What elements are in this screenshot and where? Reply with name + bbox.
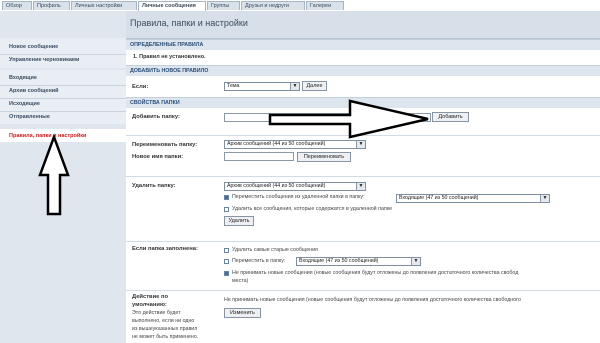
delete-folder-button[interactable]: Удалить (224, 216, 254, 226)
move-messages-checkbox[interactable] (224, 195, 229, 200)
tab-profile[interactable]: Профиль (33, 1, 70, 10)
delete-oldest-checkbox[interactable] (224, 248, 229, 253)
tab-friends-foes[interactable]: Друзья и недруги (241, 1, 305, 10)
move-to-folder-checkbox[interactable] (224, 259, 229, 264)
rename-button[interactable]: Переименовать (297, 152, 351, 162)
add-folder-label: Добавить папку: (132, 114, 180, 120)
top-tab-bar: Обзор Профиль Личные настройки Личные со… (0, 0, 600, 11)
chevron-down-icon: ▼ (540, 195, 549, 202)
tab-personal-settings[interactable]: Личные настройки (71, 1, 137, 10)
delete-oldest-text: Удалить самые старые сообщения (232, 247, 318, 253)
main-panel: Правила, папки и настройки ОПРЕДЕЛЕННЫЕ … (126, 11, 600, 343)
sidebar-divider (0, 85, 126, 86)
sidebar-item-inbox[interactable]: Входящие (9, 75, 37, 81)
sidebar-item-rules-folders-settings[interactable]: Правила, папки и настройки (9, 133, 86, 139)
reject-new-checkbox[interactable] (224, 271, 229, 276)
add-folder-button[interactable]: Добавить (432, 112, 469, 122)
section-folder-properties: СВОЙСТВА ПАПКИ (126, 97, 600, 108)
chevron-down-icon: ▼ (356, 141, 365, 148)
row-divider (126, 241, 600, 242)
page-title-bar: Правила, папки и настройки (126, 11, 600, 39)
default-action-label-continued: умолчанию: (132, 302, 167, 308)
section-title: ДОБАВИТЬ НОВОЕ ПРАВИЛО (130, 68, 209, 74)
chevron-down-icon: ▼ (356, 183, 365, 190)
rule-if-label: Если: (132, 84, 149, 90)
default-action-note: не может быть применено. (132, 334, 199, 340)
sidebar-item-archive[interactable]: Архив сообщений (9, 88, 59, 94)
tab-overview[interactable]: Обзор (2, 1, 32, 10)
tab-groups[interactable]: Группы (207, 1, 240, 10)
default-action-label: Действие по (132, 294, 169, 300)
rename-folder-select[interactable]: Архив сообщений (44 из 50 сообщений) ▼ (224, 140, 366, 149)
sidebar-item-drafts[interactable]: Управление черновиками (9, 57, 79, 63)
default-action-note: выполнено, если ни одно (132, 318, 195, 324)
rules-empty-text: 1. Правил не установлено. (133, 54, 206, 60)
folder-full-label: Если папка заполнена: (132, 246, 198, 252)
delete-folder-label: Удалить папку: (132, 183, 176, 189)
delete-all-messages-text: Удалить все сообщения, которые содержатс… (232, 206, 393, 212)
sidebar-divider (0, 111, 126, 112)
page-title: Правила, папки и настройки (130, 18, 248, 28)
sidebar-item-sent[interactable]: Отправленные (9, 114, 50, 120)
move-target-select[interactable]: Входящие (47 из 50 сообщений) ▼ (396, 194, 550, 203)
sidebar-divider (0, 54, 126, 55)
delete-folder-select[interactable]: Архив сообщений (44 из 50 сообщений) ▼ (224, 182, 366, 191)
add-folder-input[interactable] (224, 113, 431, 122)
reject-new-text: Не принимать новые сообщения (новые сооб… (232, 270, 519, 276)
full-move-target-select[interactable]: Входящие (47 из 50 сообщений) ▼ (296, 257, 421, 266)
row-divider (126, 290, 600, 291)
default-action-text: Не принимать новые сообщения (новые сооб… (224, 297, 521, 303)
default-action-note: Это действие будет (132, 310, 181, 316)
tab-galleries[interactable]: Галереи (306, 1, 344, 10)
section-title: ОПРЕДЕЛЕННЫЕ ПРАВИЛА (130, 42, 204, 48)
sidebar-group-compose (0, 38, 126, 68)
rename-folder-label: Переименовать папку: (132, 142, 198, 148)
sidebar-divider (0, 98, 126, 99)
change-button[interactable]: Изменить (224, 308, 261, 318)
section-defined-rules: ОПРЕДЕЛЕННЫЕ ПРАВИЛА (126, 39, 600, 50)
new-folder-name-input[interactable] (224, 152, 294, 161)
sidebar-item-outbox[interactable]: Исходящие (9, 101, 40, 107)
row-divider (126, 176, 600, 177)
section-title: СВОЙСТВА ПАПКИ (130, 100, 180, 106)
row-divider (126, 135, 600, 136)
delete-all-messages-checkbox[interactable] (224, 207, 229, 212)
move-messages-text: Переместить сообщения из удаленной папки… (232, 194, 365, 200)
tab-private-messages[interactable]: Личные сообщения (138, 1, 206, 11)
chevron-down-icon: ▼ (290, 83, 299, 90)
sidebar-item-new-message[interactable]: Новое сообщение (9, 44, 58, 50)
next-button[interactable]: Далее (302, 81, 327, 91)
rule-if-select[interactable]: Тема ▼ (224, 82, 300, 91)
default-action-note: из вышеуказанных правил (132, 326, 198, 332)
reject-new-text-continued: места) (232, 278, 249, 284)
chevron-down-icon: ▼ (411, 258, 420, 265)
new-folder-name-label: Новое имя папки: (132, 154, 184, 160)
section-add-rule: ДОБАВИТЬ НОВОЕ ПРАВИЛО (126, 65, 600, 76)
move-to-folder-text: Переместить в папку: (232, 258, 286, 264)
